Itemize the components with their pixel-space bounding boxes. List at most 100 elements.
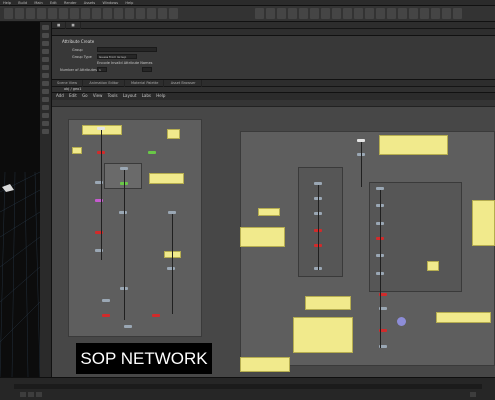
wire-icon[interactable] <box>42 121 49 126</box>
shelf-tool[interactable] <box>4 8 13 19</box>
net-menu-go[interactable]: Go <box>82 93 88 98</box>
shelf-tool[interactable] <box>26 8 35 19</box>
net-menu-layout[interactable]: Layout <box>123 93 137 98</box>
tab-parameters[interactable]: ■ <box>52 22 67 29</box>
shelf-tool[interactable] <box>114 8 123 19</box>
timeline <box>0 377 495 400</box>
group-field[interactable] <box>97 47 157 52</box>
node[interactable] <box>119 211 127 214</box>
sticky-note[interactable] <box>167 129 180 139</box>
shelf-tool[interactable] <box>158 8 167 19</box>
shelf-tool[interactable] <box>387 8 396 19</box>
shelf-tool[interactable] <box>310 8 319 19</box>
shade-icon[interactable] <box>42 129 49 134</box>
select-tool-icon[interactable] <box>42 25 49 30</box>
tab-asset-browser[interactable]: Asset Browser <box>166 80 202 87</box>
sticky-note[interactable] <box>427 261 439 271</box>
node[interactable] <box>148 151 156 154</box>
shelf-tool[interactable] <box>37 8 46 19</box>
shelf-tool[interactable] <box>398 8 407 19</box>
snap-icon[interactable] <box>42 81 49 86</box>
shelf-tool[interactable] <box>103 8 112 19</box>
shelf-tool[interactable] <box>332 8 341 19</box>
wire <box>380 190 381 348</box>
shelf-tool[interactable] <box>70 8 79 19</box>
shelf-tools-right <box>255 8 464 20</box>
num-attributes-field[interactable]: 1 <box>97 67 107 72</box>
shelf-tool[interactable] <box>420 8 429 19</box>
shelf-tool[interactable] <box>453 8 462 19</box>
sticky-note[interactable] <box>240 357 290 372</box>
move-tool-icon[interactable] <box>42 33 49 38</box>
shelf-tool[interactable] <box>169 8 178 19</box>
group-type-select[interactable]: Guess from Group <box>97 54 137 59</box>
shelf-tool[interactable] <box>376 8 385 19</box>
timeline-scrubber[interactable] <box>14 384 482 389</box>
sticky-note[interactable] <box>305 296 351 310</box>
net-menu-edit[interactable]: Edit <box>69 93 77 98</box>
shelf-tool[interactable] <box>343 8 352 19</box>
shelf-tool[interactable] <box>354 8 363 19</box>
shelf-tool[interactable] <box>255 8 264 19</box>
sticky-note[interactable] <box>258 208 280 216</box>
light-icon[interactable] <box>42 97 49 102</box>
sticky-note[interactable] <box>472 200 495 246</box>
net-menu-tools[interactable]: Tools <box>108 93 118 98</box>
shelf-tool[interactable] <box>266 8 275 19</box>
node[interactable] <box>124 325 132 328</box>
encode-invalid-checkbox[interactable]: Encode Invalid Attribute Names <box>97 61 152 65</box>
network-editor[interactable] <box>52 107 495 377</box>
sticky-note[interactable] <box>379 135 448 155</box>
scale-tool-icon[interactable] <box>42 49 49 54</box>
shelf-tool[interactable] <box>431 8 440 19</box>
rotate-tool-icon[interactable] <box>42 41 49 46</box>
node[interactable] <box>102 314 110 317</box>
net-menu-help[interactable]: Help <box>156 93 165 98</box>
net-menu-view[interactable]: View <box>93 93 103 98</box>
sticky-note[interactable] <box>72 147 82 154</box>
tab-animation-editor[interactable]: Animation Editor <box>84 80 125 87</box>
sticky-note[interactable] <box>293 317 353 353</box>
clear-button[interactable] <box>142 67 152 72</box>
sticky-note[interactable] <box>240 227 285 247</box>
net-menu-add[interactable]: Add <box>56 93 64 98</box>
network-box-left[interactable] <box>68 119 202 337</box>
shelf-tool[interactable] <box>365 8 374 19</box>
sticky-note[interactable] <box>149 173 184 184</box>
shelf-tool[interactable] <box>409 8 418 19</box>
shelf-tool[interactable] <box>59 8 68 19</box>
tab-scene-view[interactable]: Scene View <box>52 80 84 87</box>
shelf-tool[interactable] <box>277 8 286 19</box>
node[interactable] <box>152 314 160 317</box>
scene-viewport[interactable] <box>0 22 41 378</box>
shelf-tool[interactable] <box>321 8 330 19</box>
camera-icon[interactable] <box>42 105 49 110</box>
shelf-tool[interactable] <box>136 8 145 19</box>
tab-material-palette[interactable]: Material Palette <box>126 80 165 87</box>
play-button[interactable] <box>28 392 34 397</box>
view-tool-icon[interactable] <box>42 73 49 78</box>
shelf-tool[interactable] <box>15 8 24 19</box>
grid-icon[interactable] <box>42 113 49 118</box>
handle-tool-icon[interactable] <box>42 57 49 62</box>
shelf-tool[interactable] <box>125 8 134 19</box>
frame-field[interactable] <box>470 392 476 397</box>
sticky-note[interactable] <box>436 312 491 323</box>
net-menu-labs[interactable]: Labs <box>142 93 151 98</box>
shelf-tool[interactable] <box>92 8 101 19</box>
tab-take[interactable]: ■ <box>66 22 81 29</box>
pose-tool-icon[interactable] <box>42 65 49 70</box>
node[interactable] <box>102 299 110 302</box>
shelf-tool[interactable] <box>81 8 90 19</box>
node-selected[interactable] <box>397 317 406 326</box>
display-icon[interactable] <box>42 89 49 94</box>
stop-button[interactable] <box>36 392 42 397</box>
shelf-tool[interactable] <box>299 8 308 19</box>
shelf-tool[interactable] <box>147 8 156 19</box>
shelf-tool[interactable] <box>48 8 57 19</box>
shelf-tool[interactable] <box>288 8 297 19</box>
network-path[interactable]: obj / geo1 <box>64 87 81 91</box>
shelf-tool[interactable] <box>442 8 451 19</box>
play-back-button[interactable] <box>20 392 26 397</box>
node[interactable] <box>167 267 175 270</box>
